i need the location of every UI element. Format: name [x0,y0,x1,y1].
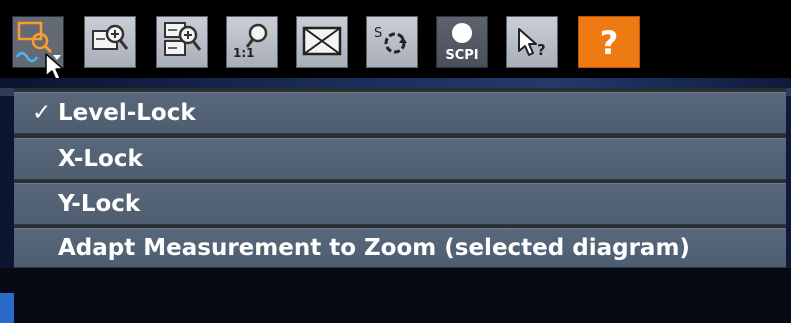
zoom-button[interactable] [84,16,136,68]
svg-text:S: S [374,26,382,41]
menu-item-level-lock[interactable]: ✓ Level-Lock [14,92,786,134]
menu-item-label: Level-Lock [58,100,196,126]
multi-zoom-icon [164,22,202,56]
full-screen-icon [302,26,342,56]
toolbar: 1:1 S SCPI ? ? [0,0,791,78]
help-icon: ? [600,24,619,62]
scpi-label: SCPI [445,48,479,63]
help-pointer-icon: ? [518,28,546,59]
menu-item-label: Y-Lock [58,191,141,217]
svg-text:1:1: 1:1 [233,46,255,60]
check-icon: ✓ [32,100,52,126]
scpi-recorder-button[interactable]: SCPI [436,16,488,68]
zoom-dropdown-menu: ✓ Level-Lock X-Lock Y-Lock Adapt Measure… [14,88,786,268]
zoom-in-icon [92,24,129,50]
full-screen-button[interactable] [296,16,348,68]
menu-item-label: X-Lock [58,146,143,172]
multi-zoom-button[interactable] [156,16,208,68]
help-pointer-button[interactable]: ? [506,16,558,68]
sequencer-button[interactable]: S [366,16,418,68]
sequencer-icon: S [374,26,407,54]
svg-text:?: ? [600,24,619,62]
menu-item-label: Adapt Measurement to Zoom (selected diag… [58,235,690,261]
menu-item-x-lock[interactable]: X-Lock [14,138,786,180]
menu-item-y-lock[interactable]: Y-Lock [14,183,786,225]
menu-item-adapt-measurement[interactable]: Adapt Measurement to Zoom (selected diag… [14,228,786,268]
svg-text:?: ? [537,41,546,59]
help-button[interactable]: ? [578,16,640,68]
background-edge-marker [0,293,14,323]
zoom-1-1-icon: 1:1 [233,23,268,60]
zoom-off-button[interactable]: 1:1 [226,16,278,68]
